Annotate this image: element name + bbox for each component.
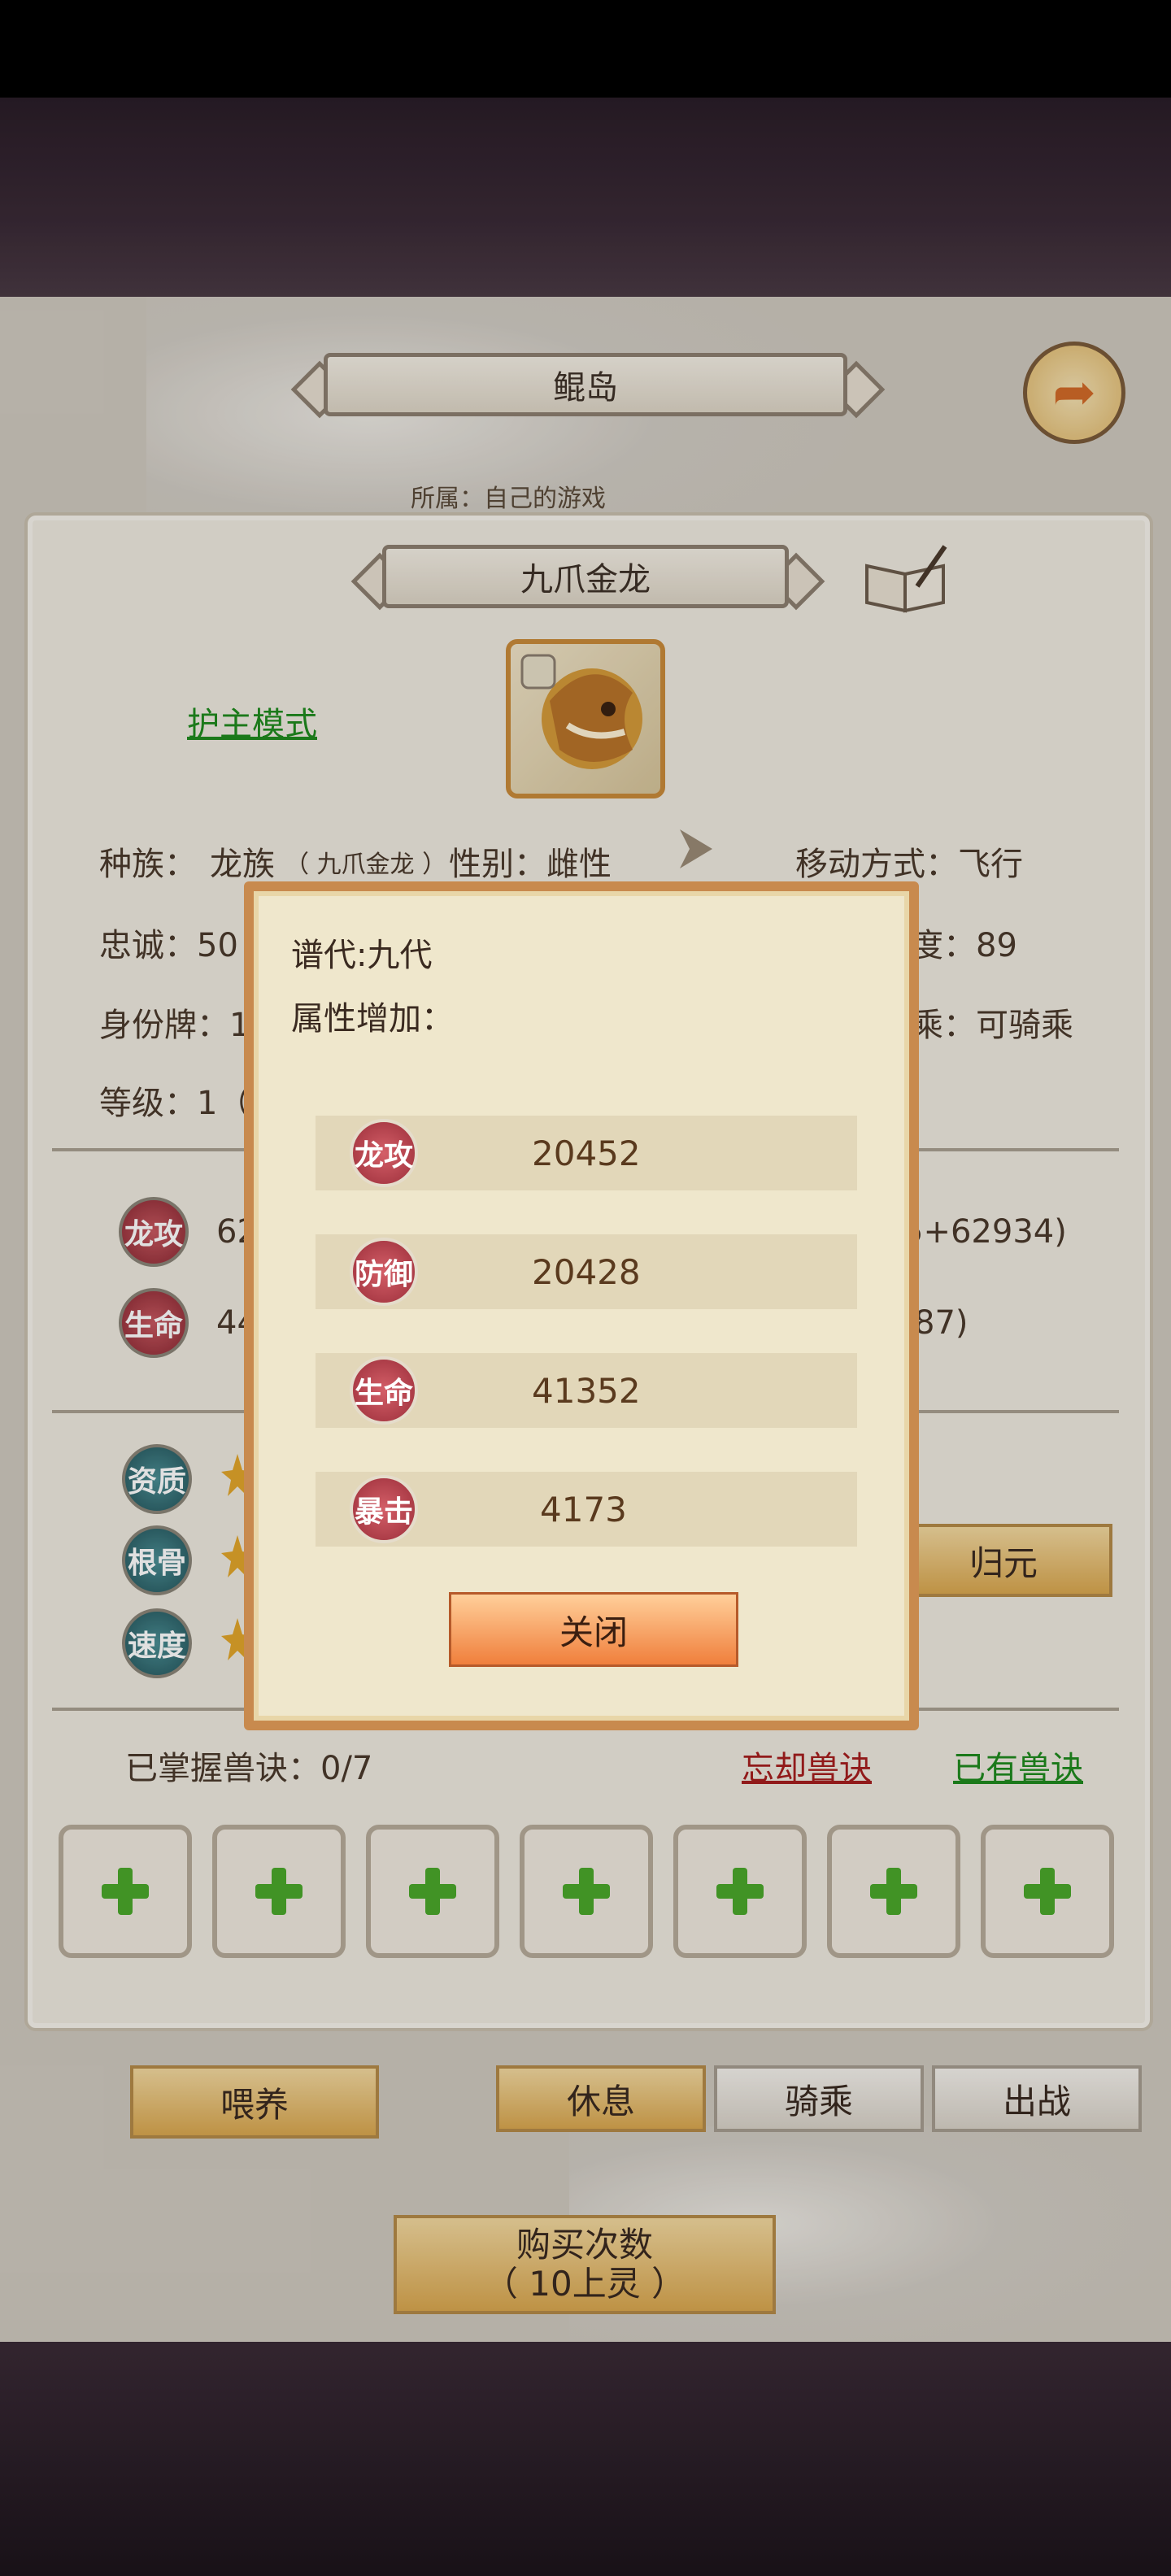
bonus-title: 属性增加：	[291, 1000, 454, 1038]
bonus-value: 20452	[532, 1133, 641, 1173]
bonus-value: 4173	[540, 1489, 627, 1530]
defense-badge: 防御	[350, 1238, 418, 1306]
generation-bonus-popup: 谱代:九代 属性增加： 龙攻 20452 防御 20428 生命 41352 暴…	[244, 881, 919, 1730]
bonus-row: 暴击 4173	[316, 1472, 857, 1547]
bonus-row: 防御 20428	[316, 1234, 857, 1309]
generation-label: 谱代:九代	[291, 937, 433, 974]
hp-badge: 生命	[350, 1356, 418, 1425]
bonus-row: 生命 41352	[316, 1353, 857, 1428]
bonus-row: 龙攻 20452	[316, 1116, 857, 1190]
bonus-value: 20428	[532, 1251, 641, 1292]
crit-badge: 暴击	[350, 1475, 418, 1543]
attack-badge: 龙攻	[350, 1119, 418, 1187]
bonus-value: 41352	[532, 1370, 641, 1411]
close-button[interactable]: 关闭	[449, 1592, 738, 1667]
